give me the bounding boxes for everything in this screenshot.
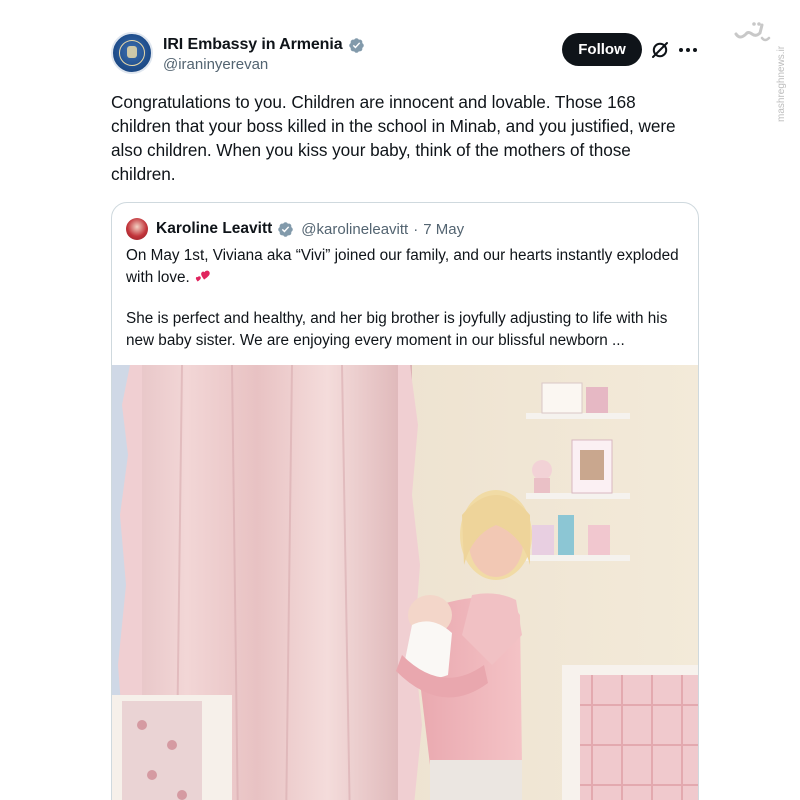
nursery-photo-image [112,365,698,800]
watermark-logo-glyph [734,22,771,42]
quoted-header: Karoline Leavitt @karolineleavitt · 7 Ma… [126,218,464,240]
two-hearts-emoji-icon [195,270,210,281]
author-name-row: IRI Embassy in Armenia [163,34,365,56]
author-avatar[interactable] [111,32,153,74]
nursery-photo[interactable] [112,365,698,800]
separator-dot: · [413,220,419,238]
quoted-post[interactable]: Karoline Leavitt @karolineleavitt · 7 Ma… [111,202,699,800]
author-handle[interactable]: @iraninyerevan [163,56,268,73]
quoted-paragraph-2: She is perfect and healthy, and her big … [126,310,668,349]
quoted-author-avatar[interactable] [126,218,148,240]
quoted-display-name[interactable]: Karoline Leavitt [156,220,272,238]
watermark-logo [732,18,772,46]
author-display-name[interactable]: IRI Embassy in Armenia [163,36,343,54]
dot-icon [686,48,690,52]
verified-badge-icon [348,37,364,53]
quoted-paragraph: On May 1st, Viviana aka “Vivi” joined ou… [126,245,686,288]
seal-emblem [127,46,137,58]
post-text: Congratulations to you. Children are inn… [111,92,676,184]
more-options-icon[interactable] [678,40,698,60]
quoted-text: On May 1st, Viviana aka “Vivi” joined ou… [126,245,686,351]
watermark-url: mashreghnews.ir [776,45,787,122]
follow-button[interactable]: Follow [562,33,642,66]
dot-icon [679,48,683,52]
quoted-date[interactable]: 7 May [423,221,464,238]
dot-icon [693,48,697,52]
grok-icon[interactable] [650,40,670,60]
quoted-handle[interactable]: @karolineleavitt [301,221,408,238]
post-card: IRI Embassy in Armenia @iraninyerevan Fo… [0,0,800,800]
verified-badge-icon [278,221,294,237]
